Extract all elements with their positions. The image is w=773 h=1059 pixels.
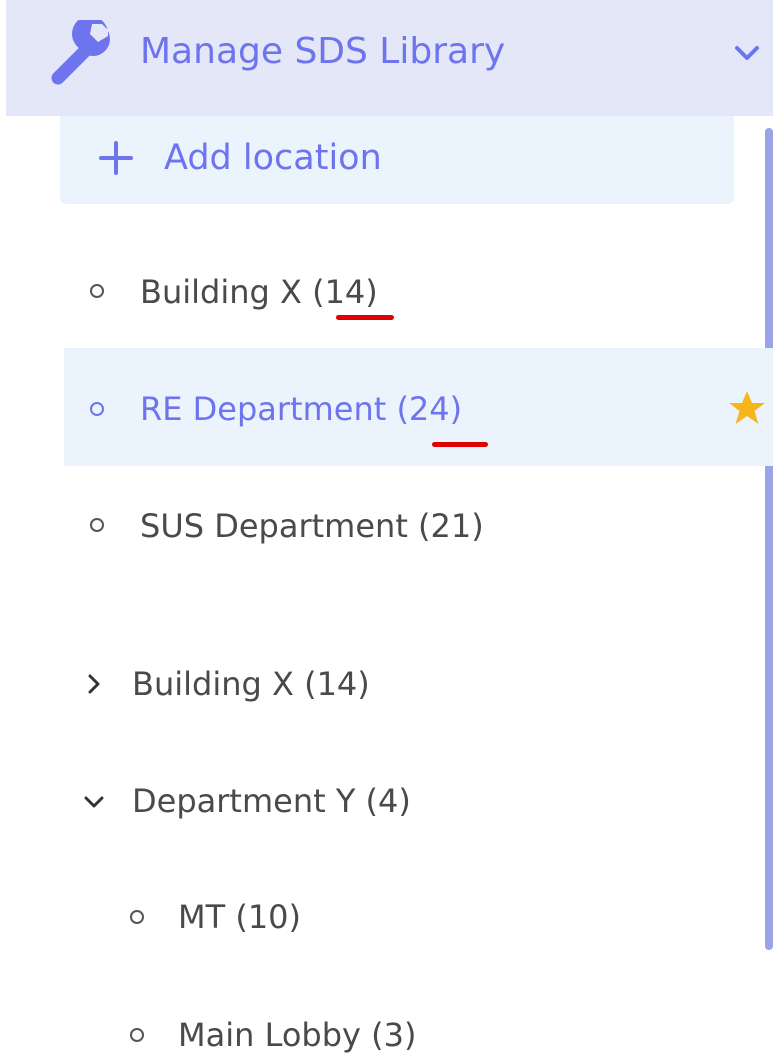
bullet-icon bbox=[90, 284, 104, 298]
tree-item-mt[interactable]: MT (10) bbox=[178, 897, 301, 937]
manage-sds-library-header[interactable]: Manage SDS Library bbox=[6, 0, 773, 116]
scrollbar[interactable] bbox=[765, 128, 773, 950]
tree-item-count: (14) bbox=[304, 665, 370, 703]
tree-item-name: Building X bbox=[132, 665, 294, 703]
annotation-underline bbox=[336, 315, 394, 320]
tree-item-building-x[interactable]: Building X (14) bbox=[132, 664, 370, 704]
tree-item-count: (10) bbox=[235, 898, 302, 936]
add-location-label: Add location bbox=[164, 138, 382, 178]
add-location-button[interactable]: Add location bbox=[60, 116, 734, 204]
annotation-underline bbox=[432, 442, 488, 447]
bullet-icon bbox=[130, 910, 144, 924]
chevron-right-icon[interactable] bbox=[82, 672, 106, 696]
tree-item-main-lobby[interactable]: Main Lobby (3) bbox=[178, 1015, 416, 1055]
tree-item-name: Department Y bbox=[132, 782, 356, 820]
location-name: SUS Department bbox=[140, 507, 408, 545]
location-item-re-department[interactable]: RE Department (24) bbox=[140, 389, 462, 429]
location-count: (21) bbox=[418, 507, 484, 545]
tree-item-name: MT bbox=[178, 898, 226, 936]
wrench-icon bbox=[51, 20, 110, 85]
bullet-icon bbox=[90, 518, 104, 532]
bullet-icon bbox=[130, 1028, 144, 1042]
location-name: Building X bbox=[140, 273, 302, 311]
location-count: (14) bbox=[312, 273, 378, 311]
chevron-down-icon[interactable] bbox=[82, 790, 106, 814]
star-icon[interactable] bbox=[727, 388, 767, 428]
location-item-sus-department[interactable]: SUS Department (21) bbox=[140, 506, 484, 546]
location-name: RE Department bbox=[140, 390, 387, 428]
tree-item-department-y[interactable]: Department Y (4) bbox=[132, 781, 411, 821]
tree-item-name: Main Lobby bbox=[178, 1016, 361, 1054]
location-count: (24) bbox=[396, 390, 463, 428]
tree-item-count: (3) bbox=[371, 1016, 417, 1054]
header-title: Manage SDS Library bbox=[140, 31, 506, 72]
bullet-icon bbox=[90, 402, 104, 416]
chevron-down-icon[interactable] bbox=[728, 36, 766, 70]
location-item-building-x[interactable]: Building X (14) bbox=[140, 272, 378, 312]
plus-icon bbox=[99, 141, 133, 175]
tree-item-count: (4) bbox=[365, 782, 411, 820]
